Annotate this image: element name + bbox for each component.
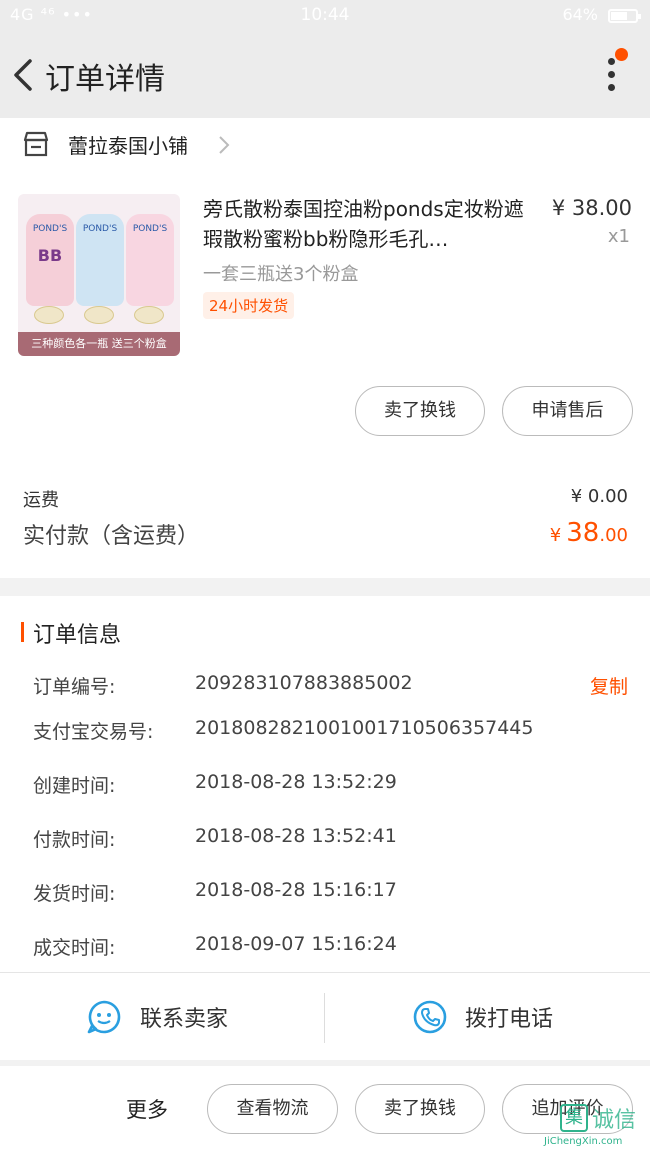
product-quantity: x1 (607, 226, 630, 247)
status-bar: 4G ⁴⁶ ••• 10:44 64% (0, 0, 650, 32)
created-time-value: 2018-08-28 13:52:29 (195, 771, 397, 793)
more-dots-icon[interactable] (608, 58, 618, 92)
created-time-label: 创建时间: (33, 775, 116, 797)
shipped-time-label: 发货时间: (33, 883, 116, 905)
store-row[interactable]: 蕾拉泰国小铺 (0, 118, 650, 170)
battery-percent: 64% (562, 5, 598, 24)
paid-time-label: 付款时间: (33, 829, 116, 851)
shipped-time-value: 2018-08-28 15:16:17 (195, 879, 397, 901)
watermark-logo: 集 (560, 1104, 588, 1132)
store-name[interactable]: 蕾拉泰国小铺 (68, 130, 188, 159)
puff-2 (84, 306, 114, 324)
watermark-text: 诚信 (592, 1108, 637, 1133)
completed-time-label: 成交时间: (33, 937, 116, 959)
page-title: 订单详情 (45, 62, 165, 97)
chat-bubble-icon (87, 1000, 121, 1034)
alipay-trade-value: 2018082821001001710506357445 (195, 717, 534, 739)
product-card: POND'S POND'S POND'S BB 三种颜色各一瓶 送三个粉盒 旁氏… (0, 170, 650, 578)
status-time: 10:44 (300, 5, 350, 25)
more-menu[interactable]: 更多 (126, 1094, 168, 1124)
product-sku: 一套三瓶送3个粉盒 (203, 264, 359, 285)
after-sale-button[interactable]: 申请售后 (502, 386, 633, 436)
sell-button-bottom[interactable]: 卖了换钱 (355, 1084, 485, 1134)
paid-decimal: .00 (599, 525, 628, 546)
shipping-tag: 24小时发货 (203, 292, 295, 319)
paid-time-value: 2018-08-28 13:52:41 (195, 825, 397, 847)
paid-currency: ¥ (549, 525, 562, 546)
copy-button[interactable]: 复制 (590, 672, 628, 699)
back-arrow-icon[interactable] (10, 57, 38, 93)
watermark-domain: JiChengXin.com (544, 1136, 623, 1147)
paid-integer: 38 (566, 518, 600, 548)
product-image[interactable]: POND'S POND'S POND'S BB 三种颜色各一瓶 送三个粉盒 (18, 194, 180, 356)
shipping-fee-value: ¥ 0.00 (570, 486, 628, 507)
call-button[interactable]: 拨打电话 (326, 973, 650, 1061)
notification-dot (615, 48, 628, 61)
contact-seller-button[interactable]: 联系卖家 (0, 973, 324, 1061)
section-accent-bar (21, 622, 24, 642)
paid-amount-label: 实付款（含运费） (23, 524, 200, 549)
contact-divider (324, 993, 325, 1043)
order-number-label: 订单编号: (33, 676, 116, 698)
paid-amount-value: ¥ 38.00 (550, 518, 628, 548)
order-number-value: 209283107883885002 (195, 672, 413, 694)
sell-button[interactable]: 卖了换钱 (355, 386, 485, 436)
site-watermark: 集 诚信 JiChengXin.com (534, 1102, 644, 1152)
puff-3 (134, 306, 164, 324)
completed-time-value: 2018-09-07 15:16:24 (195, 933, 397, 955)
image-brand-2: POND'S (82, 224, 118, 234)
nav-bar: 订单详情 (0, 32, 650, 118)
chevron-right-icon (219, 136, 230, 154)
order-info-section: 订单信息 订单编号: 209283107883885002 复制 支付宝交易号:… (0, 596, 650, 972)
alipay-trade-label: 支付宝交易号: (33, 721, 154, 743)
phone-icon (413, 1000, 447, 1034)
image-banner: 三种颜色各一瓶 送三个粉盒 (18, 332, 180, 356)
product-price: ¥ 38.00 (551, 196, 632, 220)
call-label: 拨打电话 (465, 1007, 554, 1032)
contact-seller-label: 联系卖家 (140, 1007, 229, 1032)
contact-bar: 联系卖家 拨打电话 (0, 972, 650, 1060)
store-icon (23, 131, 49, 157)
image-brand-3: POND'S (132, 224, 168, 234)
product-title[interactable]: 旁氏散粉泰国控油粉ponds定妆粉遮瑕散粉蜜粉bb粉隐形毛孔… (203, 194, 538, 254)
shipping-fee-label: 运费 (23, 490, 59, 511)
image-brand-1: POND'S (32, 224, 68, 234)
image-bb: BB (37, 246, 63, 265)
puff-1 (34, 306, 64, 324)
order-info-title: 订单信息 (33, 623, 122, 648)
battery-icon (608, 9, 641, 23)
view-logistics-button[interactable]: 查看物流 (207, 1084, 338, 1134)
